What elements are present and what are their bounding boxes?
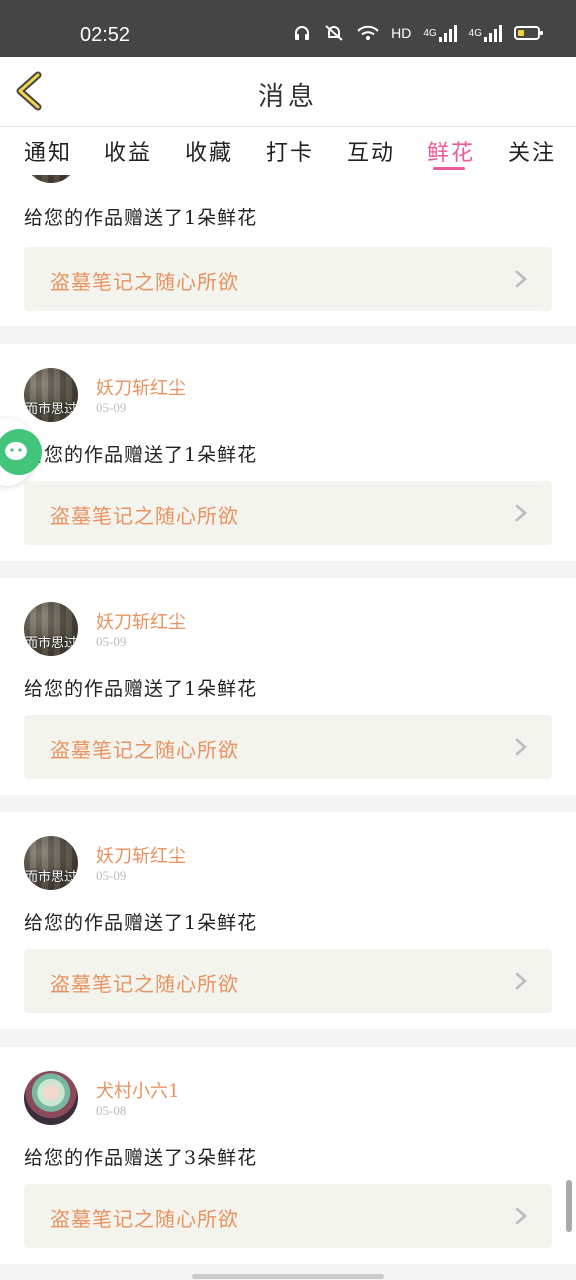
chevron-right-icon [515,738,527,756]
work-link[interactable]: 盗墓笔记之随心所欲 [24,949,552,1013]
battery-icon [514,26,543,40]
wifi-icon [357,25,379,41]
message-list[interactable]: 给您的作品赠送了1朵鲜花 盗墓笔记之随心所欲 而市思过 妖刀斩红尘 05-09 … [0,175,576,1280]
mute-bell-icon [323,24,345,42]
message-text: 给您的作品赠送了1朵鲜花 [24,207,258,229]
message-text: 给您的作品赠送了1朵鲜花 [24,912,258,934]
home-indicator[interactable] [192,1274,384,1279]
hd-label: HD [391,25,412,41]
list-item: 犬村小六1 05-08 给您的作品赠送了3朵鲜花 盗墓笔记之随心所欲 [0,1047,576,1264]
message-date: 05-09 [96,400,127,415]
chevron-right-icon [515,972,527,990]
avatar-text: 而市思过 [24,402,77,417]
message-date: 05-09 [96,868,127,883]
tab-bar: 通知 收益 收藏 打卡 互动 鲜花 关注 [0,127,576,175]
message-text: 给您的作品赠送了1朵鲜花 [24,678,258,700]
avatar[interactable]: 而市思过 [24,368,78,422]
work-link[interactable]: 盗墓笔记之随心所欲 [24,247,552,311]
work-title: 盗墓笔记之随心所欲 [50,504,239,528]
avatar-text: 而市思过 [24,870,77,885]
tab-favorites[interactable]: 收藏 [185,135,233,167]
active-tab-indicator [433,167,465,170]
work-link[interactable]: 盗墓笔记之随心所欲 [24,715,552,779]
chevron-right-icon [515,270,527,288]
work-link[interactable]: 盗墓笔记之随心所欲 [24,481,552,545]
work-title: 盗墓笔记之随心所欲 [50,738,239,762]
message-text: 给您的作品赠送了1朵鲜花 [24,444,258,466]
list-item: 给您的作品赠送了1朵鲜花 盗墓笔记之随心所欲 [0,175,576,326]
avatar-text: 而市思过 [24,636,77,651]
signal-2-icon: 4G [469,24,502,42]
signal-1-icon: 4G [423,24,457,42]
chevron-right-icon [515,1207,527,1225]
work-link[interactable]: 盗墓笔记之随心所欲 [24,1184,552,1248]
tab-flowers[interactable]: 鲜花 [427,135,475,167]
username[interactable]: 妖刀斩红尘 [96,608,186,634]
list-item: 而市思过 妖刀斩红尘 05-09 给您的作品赠送了1朵鲜花 盗墓笔记之随心所欲 [0,812,576,1029]
work-title: 盗墓笔记之随心所欲 [50,972,239,996]
tab-follow[interactable]: 关注 [508,135,556,167]
message-date: 05-09 [96,634,127,649]
page-title: 消息 [257,82,318,112]
username[interactable]: 妖刀斩红尘 [96,842,186,868]
list-item: 而市思过 妖刀斩红尘 05-09 给您的作品赠送了1朵鲜花 盗墓笔记之随心所欲 [0,344,576,561]
status-time: 02:52 [80,24,131,46]
tab-interaction[interactable]: 互动 [347,135,395,167]
chevron-right-icon [515,504,527,522]
tab-earnings[interactable]: 收益 [104,135,152,167]
tab-checkin[interactable]: 打卡 [266,135,314,167]
username[interactable]: 妖刀斩红尘 [96,374,186,400]
username[interactable]: 犬村小六1 [96,1077,179,1103]
avatar[interactable]: 而市思过 [24,602,78,656]
message-date: 05-08 [96,1103,127,1118]
headphones-icon [293,24,311,42]
sim1-label: 4G [423,27,437,39]
scrollbar[interactable] [566,1180,572,1232]
status-bar: 02:52 HD 4G 4G [0,0,576,57]
tab-notice[interactable]: 通知 [24,135,72,167]
sim2-label: 4G [468,27,482,39]
work-title: 盗墓笔记之随心所欲 [50,270,239,294]
wechat-icon [0,429,42,475]
avatar[interactable]: 而市思过 [24,836,78,890]
status-icons: HD 4G 4G [293,24,543,42]
avatar[interactable] [24,1071,78,1125]
message-text: 给您的作品赠送了3朵鲜花 [24,1147,258,1169]
header: 消息 [0,57,576,127]
avatar[interactable] [24,175,78,183]
list-item: 而市思过 妖刀斩红尘 05-09 给您的作品赠送了1朵鲜花 盗墓笔记之随心所欲 [0,578,576,795]
work-title: 盗墓笔记之随心所欲 [50,1207,239,1231]
